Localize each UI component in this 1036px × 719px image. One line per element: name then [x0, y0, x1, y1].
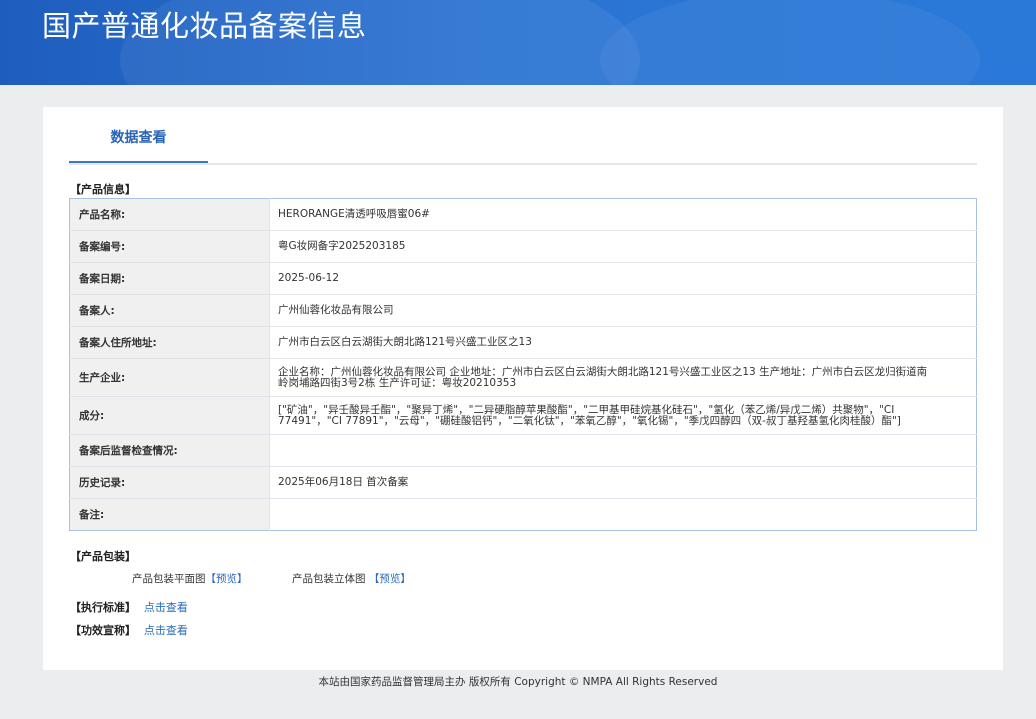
efficacy-label: 【功效宣称】 — [70, 624, 136, 637]
packaging-flat: 产品包装平面图【预览】 — [132, 572, 248, 586]
row-label-filer-address: 备案人住所地址: — [69, 326, 270, 359]
row-value-remarks — [270, 499, 977, 531]
packaging-flat-label: 产品包装平面图 — [132, 573, 206, 585]
tab-data-view[interactable]: 数据查看 — [69, 107, 208, 163]
row-value-filing-date: 2025-06-12 — [269, 262, 977, 295]
packaging-flat-preview-link[interactable]: 【预览】 — [206, 573, 248, 585]
header-decoration — [600, 0, 980, 85]
packaging-stereo-preview-link[interactable]: 【预览】 — [369, 573, 411, 585]
row-label-manufacturer: 生产企业: — [69, 358, 270, 397]
row-label-inspection: 备案后监督检查情况: — [69, 434, 270, 467]
page-footer: 本站由国家药品监督管理局主办 版权所有 Copyright © NMPA All… — [318, 676, 718, 688]
row-value-manufacturer: 企业名称：广州仙蓉化妆品有限公司 企业地址：广州市白云区白云湖街大朗北路121号… — [269, 358, 977, 397]
table-row: 备案编号: 粤G妆网备字2025203185 — [69, 230, 977, 263]
row-label-remarks: 备注: — [69, 498, 270, 531]
content-card: 数据查看 【产品信息】 产品名称: HERORANGE清透呼吸唇蜜06# 备案编… — [43, 107, 1003, 670]
efficacy-row: 【功效宣称】 点击查看 — [70, 624, 188, 638]
row-value-filer: 广州仙蓉化妆品有限公司 — [269, 294, 977, 327]
row-value-inspection — [269, 434, 977, 467]
row-value-filing-number: 粤G妆网备字2025203185 — [269, 230, 977, 263]
efficacy-view-link[interactable]: 点击查看 — [144, 624, 188, 637]
row-label-filing-date: 备案日期: — [69, 262, 270, 295]
table-row: 成分: ["矿油"，"异壬酸异壬酯"，"聚异丁烯"，"二异硬脂醇苹果酸酯"，"二… — [69, 396, 977, 435]
packaging-section-title: 【产品包装】 — [70, 550, 136, 563]
table-row: 产品名称: HERORANGE清透呼吸唇蜜06# — [69, 198, 977, 231]
row-value-product-name: HERORANGE清透呼吸唇蜜06# — [269, 198, 977, 231]
tab-bar: 数据查看 — [69, 107, 977, 165]
row-label-ingredients: 成分: — [69, 396, 270, 435]
row-label-filing-number: 备案编号: — [69, 230, 270, 263]
standard-label: 【执行标准】 — [70, 601, 136, 614]
row-label-filer: 备案人: — [69, 294, 270, 327]
table-row: 备案后监督检查情况: — [69, 434, 977, 467]
product-info-section-title: 【产品信息】 — [70, 183, 136, 196]
standard-view-link[interactable]: 点击查看 — [144, 601, 188, 614]
page-header: 国产普通化妆品备案信息 — [0, 0, 1036, 85]
table-row: 备案日期: 2025-06-12 — [69, 262, 977, 295]
row-label-history: 历史记录: — [69, 466, 270, 499]
table-row: 备案人住所地址: 广州市白云区白云湖街大朗北路121号兴盛工业区之13 — [69, 326, 977, 359]
table-row: 备案人: 广州仙蓉化妆品有限公司 — [69, 294, 977, 327]
packaging-stereo: 产品包装立体图 【预览】 — [292, 572, 411, 586]
product-info-table: 产品名称: HERORANGE清透呼吸唇蜜06# 备案编号: 粤G妆网备字202… — [69, 198, 977, 531]
table-row: 生产企业: 企业名称：广州仙蓉化妆品有限公司 企业地址：广州市白云区白云湖街大朗… — [69, 358, 977, 397]
packaging-stereo-label: 产品包装立体图 — [292, 573, 366, 585]
table-row: 历史记录: 2025年06月18日 首次备案 — [69, 466, 977, 499]
table-row: 备注: — [69, 498, 977, 531]
page-title: 国产普通化妆品备案信息 — [42, 9, 367, 43]
row-label-product-name: 产品名称: — [69, 198, 270, 231]
row-value-history: 2025年06月18日 首次备案 — [269, 466, 977, 499]
row-value-ingredients: ["矿油"，"异壬酸异壬酯"，"聚异丁烯"，"二异硬脂醇苹果酸酯"，"二甲基甲硅… — [269, 396, 977, 435]
standard-row: 【执行标准】 点击查看 — [70, 601, 188, 615]
row-value-filer-address: 广州市白云区白云湖街大朗北路121号兴盛工业区之13 — [269, 326, 977, 359]
